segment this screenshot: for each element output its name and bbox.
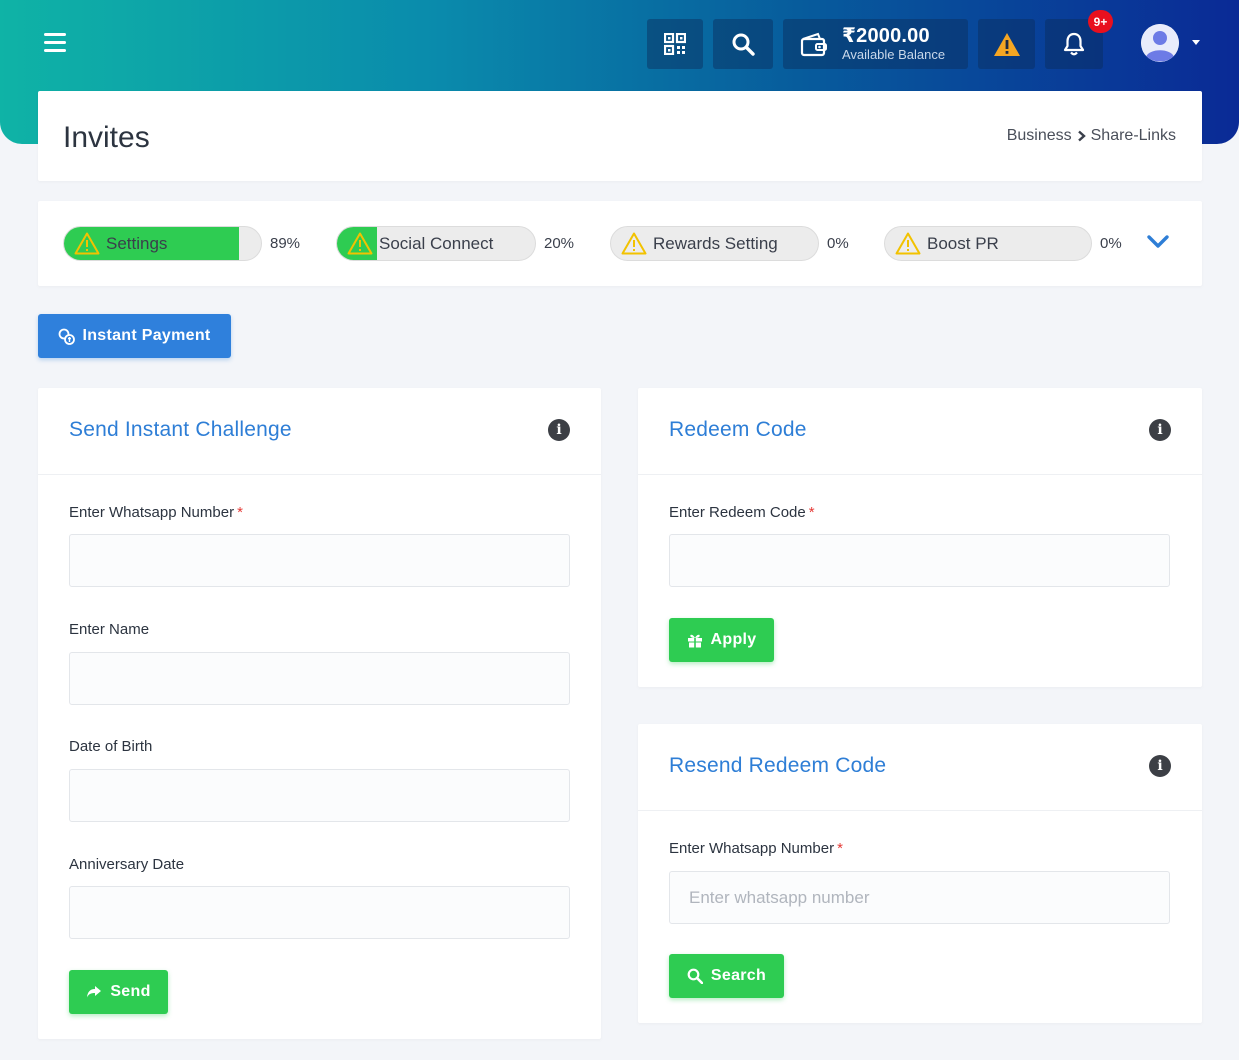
breadcrumb: Business Share-Links [1007,127,1176,145]
setup-progress-card: Settings 89% Social Connect 20% Rewards … [38,201,1202,286]
bell-icon [1063,32,1085,56]
required-mark: * [237,504,243,521]
name-input[interactable] [69,652,570,705]
dob-label: Date of Birth [69,738,153,755]
divider [638,810,1202,811]
chevron-right-icon [1077,130,1086,142]
search-button[interactable]: Search [669,954,784,998]
progress-label: Social Connect [379,233,494,253]
avatar-icon [1141,24,1179,62]
info-icon[interactable]: i [1149,755,1171,777]
progress-settings: Settings 89% [63,226,300,261]
progress-pill-settings[interactable]: Settings [63,226,262,261]
panel-title: Redeem Code [669,418,807,441]
progress-boost-pr: Boost PR 0% [884,226,1122,261]
progress-pill-rewards-setting[interactable]: Rewards Setting [610,226,819,261]
progress-label: Rewards Setting [653,233,778,253]
warning-icon [621,232,647,255]
send-button[interactable]: Send [69,970,168,1014]
gift-icon [687,634,702,648]
resend-whatsapp-label: Enter Whatsapp Number * [669,840,843,857]
label-text: Enter Whatsapp Number [69,504,235,521]
search-label: Search [710,967,767,984]
share-arrow-icon [87,986,102,998]
info-icon[interactable]: i [1149,419,1171,441]
whatsapp-number-input[interactable] [69,534,570,587]
breadcrumb-current: Share-Links [1090,127,1176,144]
warning-icon [347,232,373,255]
instant-payment-button[interactable]: Instant Payment [38,314,231,358]
qr-code-button[interactable] [647,19,703,69]
progress-percent: 89% [270,235,301,252]
progress-label: Boost PR [927,233,999,253]
payment-exchange-icon [59,328,76,345]
page-header-card: Invites Business Share-Links [38,91,1202,181]
wallet-balance: ₹2000.00 [842,25,930,47]
progress-social-connect: Social Connect 20% [336,226,574,261]
progress-pill-social-connect[interactable]: Social Connect [336,226,536,261]
redeem-code-input[interactable] [669,534,1170,587]
instant-payment-label: Instant Payment [82,327,211,344]
panel-title: Resend Redeem Code [669,754,887,777]
resend-redeem-code-card: Resend Redeem Code i Enter Whatsapp Numb… [638,724,1202,1023]
divider [38,474,601,475]
label-text: Enter Redeem Code [669,504,806,521]
panel-title: Send Instant Challenge [69,418,292,441]
apply-label: Apply [710,631,757,648]
send-instant-challenge-card: Send Instant Challenge i Enter Whatsapp … [38,388,601,1039]
progress-pill-boost-pr[interactable]: Boost PR [884,226,1092,261]
info-icon[interactable]: i [548,419,570,441]
send-label: Send [110,983,151,1000]
progress-label: Settings [106,233,168,253]
warning-icon [74,232,100,255]
wallet-balance-label: Available Balance [842,47,946,62]
progress-percent: 0% [827,235,849,252]
search-icon [732,33,755,56]
menu-icon[interactable] [44,33,66,53]
anniversary-label: Anniversary Date [69,856,185,873]
redeem-code-card: Redeem Code i Enter Redeem Code * Apply [638,388,1202,687]
qr-code-icon [664,33,686,55]
divider [638,474,1202,475]
required-mark: * [837,840,843,857]
profile-dropdown-caret[interactable] [1192,40,1200,45]
avatar[interactable] [1141,24,1179,62]
progress-percent: 20% [544,235,575,252]
search-button[interactable] [713,19,773,69]
apply-button[interactable]: Apply [669,618,774,662]
label-text: Enter Whatsapp Number [669,840,835,857]
redeem-code-label: Enter Redeem Code * [669,504,815,521]
progress-rewards-setting: Rewards Setting 0% [610,226,849,261]
alert-button[interactable] [978,19,1035,69]
warning-icon [895,232,921,255]
whatsapp-number-label: Enter Whatsapp Number * [69,504,243,521]
progress-percent: 0% [1100,235,1122,252]
dob-input[interactable] [69,769,570,822]
wallet-icon [800,32,827,57]
breadcrumb-parent[interactable]: Business [1007,127,1072,145]
notification-count-badge: 9+ [1088,10,1113,33]
anniversary-input[interactable] [69,886,570,939]
page-title: Invites [63,121,150,154]
search-icon [687,968,703,984]
wallet-button[interactable]: ₹2000.00 Available Balance [783,19,968,69]
required-mark: * [808,504,815,521]
name-label: Enter Name [69,621,150,638]
resend-whatsapp-input[interactable] [669,871,1170,924]
warning-icon [993,32,1020,56]
chevron-down-icon[interactable] [1146,233,1170,251]
